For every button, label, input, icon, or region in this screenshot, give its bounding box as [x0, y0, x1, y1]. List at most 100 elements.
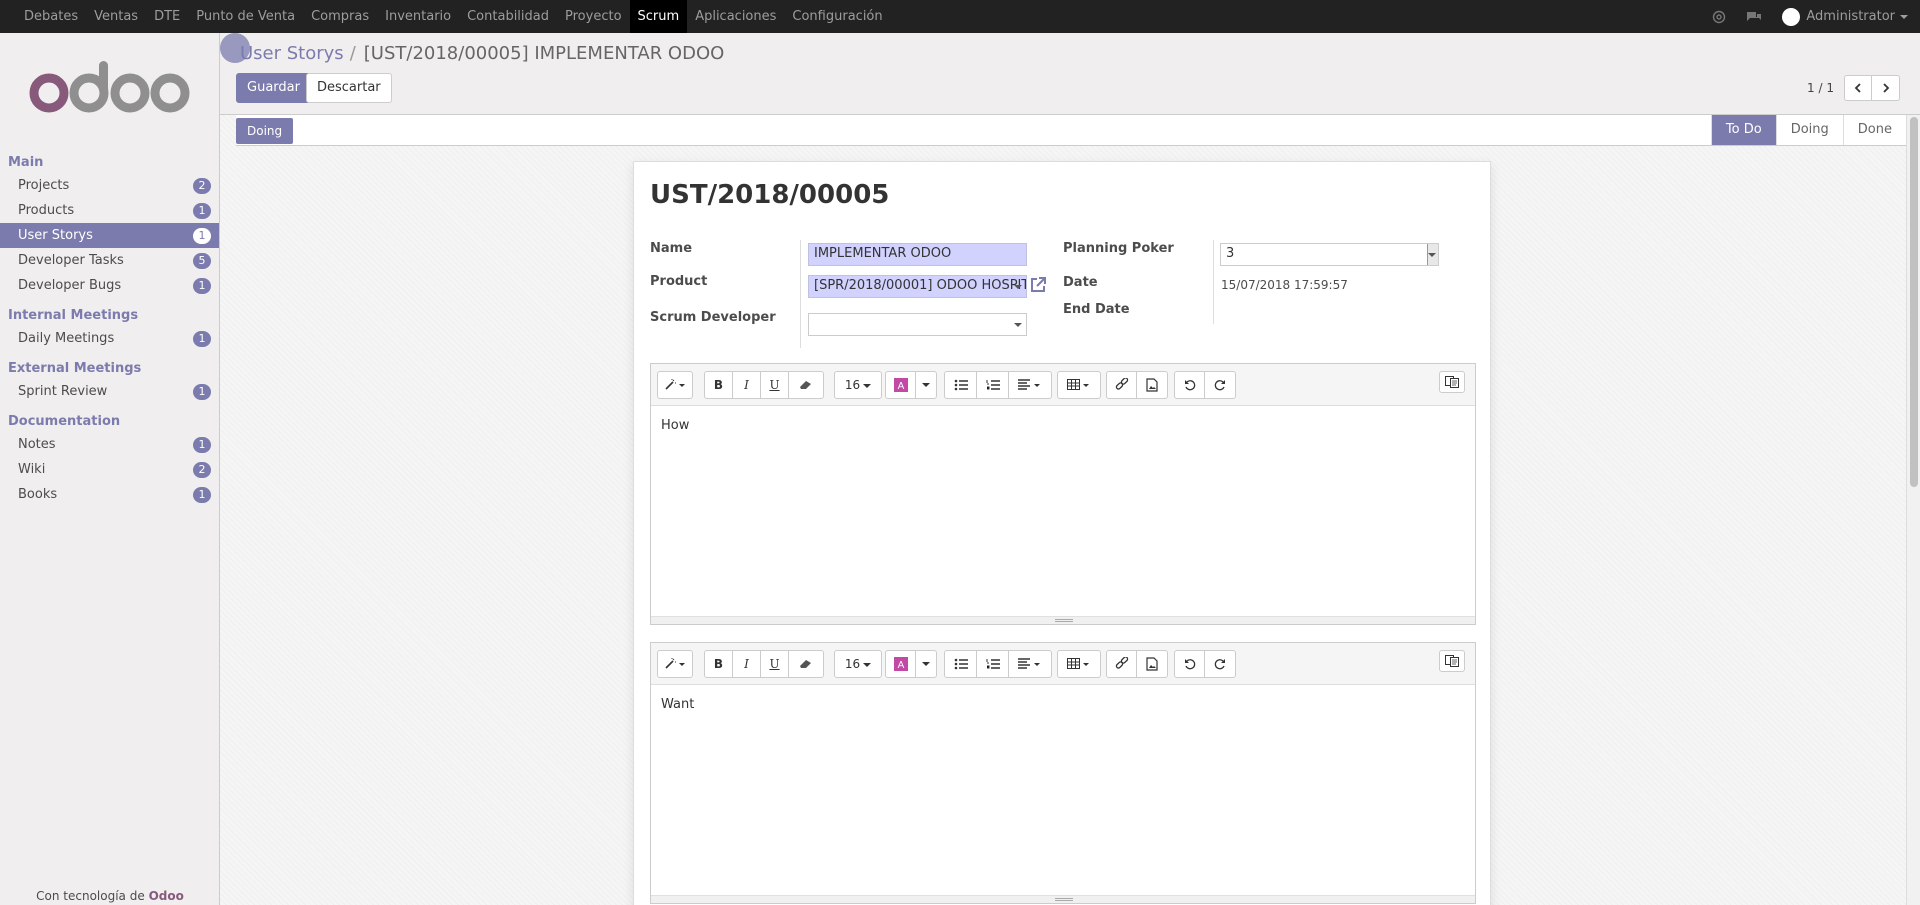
code-view-icon[interactable]	[1439, 650, 1465, 672]
sidebar-item-label: Projects	[18, 178, 70, 193]
top-menu-item[interactable]: Scrum	[629, 0, 688, 33]
breadcrumb-parent[interactable]: User Storys	[240, 43, 344, 64]
powered-by-brand[interactable]: Odoo	[149, 889, 184, 903]
name-field[interactable]: IMPLEMENTAR ODOO	[808, 243, 1027, 266]
sidebar-item-wiki[interactable]: Wiki 2	[0, 457, 219, 482]
table-dropdown[interactable]	[1058, 372, 1100, 398]
sidebar-item-daily-meetings[interactable]: Daily Meetings 1	[0, 326, 219, 351]
bullet-list-icon[interactable]	[945, 372, 977, 398]
svg-text:A: A	[897, 660, 904, 671]
top-menu-item[interactable]: Debates	[16, 0, 86, 33]
editor-content[interactable]: How	[651, 406, 1475, 445]
save-button[interactable]: Guardar	[236, 73, 311, 103]
editor-resize-handle[interactable]	[651, 895, 1475, 903]
redo-icon[interactable]	[1205, 651, 1235, 677]
sidebar-item-developer-bugs[interactable]: Developer Bugs 1	[0, 273, 219, 298]
chat-icon[interactable]	[1746, 10, 1762, 24]
sidebar-item-label: User Storys	[18, 228, 93, 243]
top-menu-item[interactable]: Ventas	[86, 0, 146, 33]
link-icon[interactable]	[1107, 372, 1137, 398]
toolbar-group	[1057, 371, 1101, 399]
sidebar-item-products[interactable]: Products 1	[0, 198, 219, 223]
stage-done[interactable]: Done	[1842, 115, 1906, 145]
ordered-list-icon[interactable]	[977, 651, 1009, 677]
count-badge: 1	[193, 486, 211, 503]
sidebar-section-title: Internal Meetings	[8, 308, 139, 323]
sidebar-item-developer-tasks[interactable]: Developer Tasks 5	[0, 248, 219, 273]
sidebar-section-title: External Meetings	[8, 361, 142, 376]
style-dropdown[interactable]	[658, 651, 692, 677]
text-color-button[interactable]: A	[886, 372, 916, 398]
stage-to-do[interactable]: To Do	[1710, 115, 1776, 145]
top-menu-item[interactable]: Punto de Venta	[188, 0, 303, 33]
sidebar-menu: Main Projects 2 Products 1 User Storys 1 Develo…	[0, 153, 219, 507]
image-icon[interactable]	[1137, 372, 1167, 398]
at-icon[interactable]	[1712, 10, 1726, 24]
top-menu-item[interactable]: Inventario	[377, 0, 459, 33]
underline-button[interactable]: U	[761, 372, 789, 398]
eraser-icon[interactable]	[789, 651, 823, 677]
top-menu-item[interactable]: DTE	[146, 0, 188, 33]
ordered-list-icon[interactable]	[977, 372, 1009, 398]
sidebar-item-books[interactable]: Books 1	[0, 482, 219, 507]
editor-content[interactable]: Want	[651, 685, 1475, 724]
sidebar-item-projects[interactable]: Projects 2	[0, 173, 219, 198]
sidebar-item-user-storys[interactable]: User Storys 1	[0, 223, 219, 248]
editor-resize-handle[interactable]	[651, 616, 1475, 624]
link-icon[interactable]	[1107, 651, 1137, 677]
user-menu[interactable]: Administrator	[1782, 7, 1908, 26]
toolbar-group: 16	[834, 371, 882, 399]
code-view-icon[interactable]	[1439, 371, 1465, 393]
product-field[interactable]: [SPR/2018/00001] ODOO HOSPITAL	[808, 275, 1027, 298]
sidebar-item-label: Daily Meetings	[18, 331, 115, 346]
italic-button[interactable]: I	[733, 372, 761, 398]
top-menu-item[interactable]: Contabilidad	[459, 0, 557, 33]
toolbar-group: A	[885, 371, 937, 399]
discard-button[interactable]: Descartar	[306, 73, 392, 103]
planning-poker-select[interactable]: 3	[1220, 243, 1439, 266]
pager-previous-button[interactable]	[1844, 75, 1872, 101]
text-color-button[interactable]: A	[886, 651, 916, 677]
top-menu-item[interactable]: Proyecto	[557, 0, 630, 33]
scrollbar-thumb[interactable]	[1910, 117, 1918, 487]
toolbar-group: A	[885, 650, 937, 678]
undo-icon[interactable]	[1175, 372, 1205, 398]
redo-icon[interactable]	[1205, 372, 1235, 398]
doing-button[interactable]: Doing	[236, 118, 294, 144]
pager-next-button[interactable]	[1872, 75, 1900, 101]
external-link-icon[interactable]	[1028, 275, 1048, 299]
bullet-list-icon[interactable]	[945, 651, 977, 677]
sidebar-item-notes[interactable]: Notes 1	[0, 432, 219, 457]
font-size-dropdown[interactable]: 16	[835, 372, 881, 398]
sidebar-section-title: Main	[8, 155, 44, 170]
chevron-down-icon[interactable]	[916, 372, 936, 398]
top-menu-item[interactable]: Compras	[303, 0, 377, 33]
eraser-icon[interactable]	[789, 372, 823, 398]
control-panel: User Storys / [UST/2018/00005] IMPLEMENT…	[220, 33, 1920, 114]
toolbar-group	[657, 650, 693, 678]
stage-doing[interactable]: Doing	[1775, 115, 1843, 145]
bold-button[interactable]: B	[705, 651, 733, 677]
pager-value[interactable]: 1 / 1	[1807, 81, 1834, 95]
align-dropdown[interactable]	[1009, 651, 1051, 677]
odoo-logo[interactable]	[0, 33, 219, 145]
undo-icon[interactable]	[1175, 651, 1205, 677]
top-menu-item[interactable]: Configuración	[784, 0, 890, 33]
powered-by-text: Con tecnología de	[36, 889, 145, 903]
sidebar-item-label: Wiki	[18, 462, 46, 477]
chevron-down-icon[interactable]	[916, 651, 936, 677]
toolbar-group: 16	[834, 650, 882, 678]
top-navbar: Debates Ventas DTE Punto de Venta Compras Inv…	[0, 0, 1920, 33]
align-dropdown[interactable]	[1009, 372, 1051, 398]
scrollbar[interactable]	[1906, 115, 1920, 905]
style-dropdown[interactable]	[658, 372, 692, 398]
bold-button[interactable]: B	[705, 372, 733, 398]
sidebar-item-sprint-review[interactable]: Sprint Review 1	[0, 379, 219, 404]
image-icon[interactable]	[1137, 651, 1167, 677]
scrum-developer-field[interactable]	[808, 313, 1027, 336]
font-size-dropdown[interactable]: 16	[835, 651, 881, 677]
italic-button[interactable]: I	[733, 651, 761, 677]
top-menu-item[interactable]: Aplicaciones	[687, 0, 784, 33]
underline-button[interactable]: U	[761, 651, 789, 677]
table-dropdown[interactable]	[1058, 651, 1100, 677]
